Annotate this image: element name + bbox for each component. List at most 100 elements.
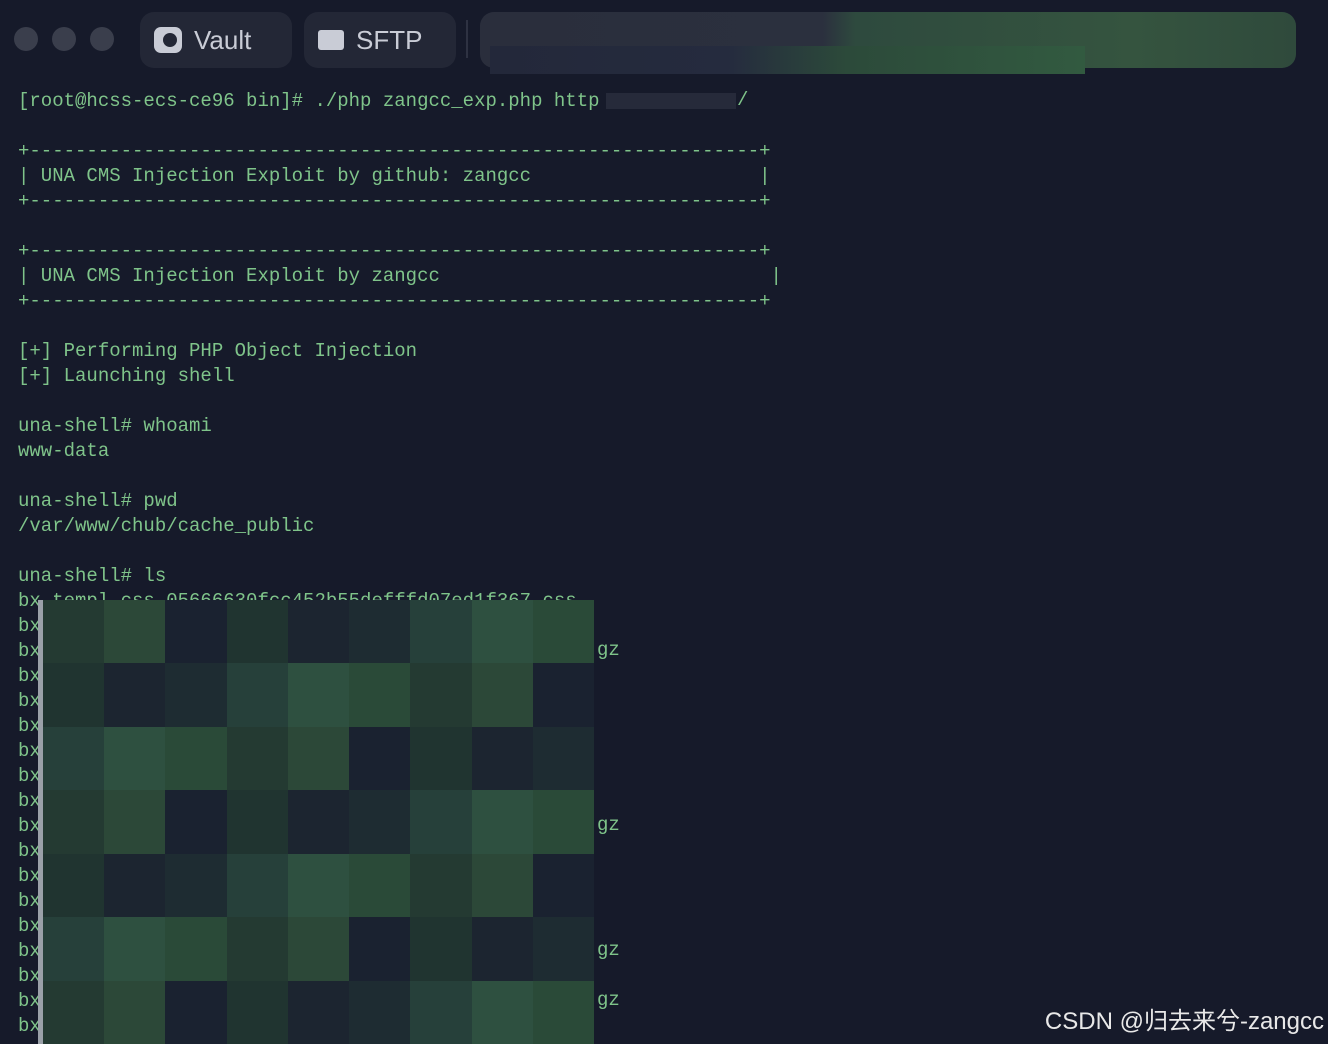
terminal-line: una-shell# whoami <box>18 415 212 437</box>
url-suffix: / <box>737 89 749 111</box>
mosaic-block <box>287 917 350 981</box>
mosaic-block <box>165 917 227 981</box>
mosaic-block <box>165 853 227 918</box>
terminal-line: una-shell# ls <box>18 565 167 587</box>
terminal-line: +---------------------------------------… <box>18 190 771 212</box>
tab-sftp[interactable]: SFTP <box>304 12 456 68</box>
mosaic-block <box>410 600 472 664</box>
mosaic-block <box>532 853 594 918</box>
mosaic-block <box>165 980 227 1044</box>
mosaic-block <box>43 980 105 1044</box>
terminal-line: | UNA CMS Injection Exploit by github: z… <box>18 165 771 187</box>
mosaic-block <box>226 726 288 791</box>
mosaic-block <box>410 663 472 727</box>
mosaic-block <box>532 600 594 664</box>
mosaic-block <box>349 917 411 981</box>
mosaic-block <box>471 600 533 664</box>
mosaic-block <box>410 917 472 981</box>
mosaic-block <box>287 663 350 727</box>
mosaic-block <box>165 600 227 664</box>
mosaic-block <box>226 853 288 918</box>
file-suffix: gz <box>597 639 620 661</box>
vault-icon <box>154 27 182 53</box>
terminal-line: | UNA CMS Injection Exploit by zangcc | <box>18 265 782 287</box>
tab-label: Vault <box>194 24 252 55</box>
mosaic-block <box>349 980 411 1044</box>
mosaic-block <box>471 663 533 727</box>
mosaic-block <box>43 663 105 727</box>
file-suffix: gz <box>597 989 620 1011</box>
mosaic-block <box>349 790 411 854</box>
terminal-line: +---------------------------------------… <box>18 240 771 262</box>
file-suffix: gz <box>597 939 620 961</box>
tab-label: SFTP <box>356 24 423 55</box>
mosaic-block <box>104 980 166 1044</box>
mosaic-block <box>471 917 533 981</box>
terminal-line: una-shell# pwd <box>18 490 178 512</box>
watermark: CSDN @归去来兮-zangcc <box>1044 1008 1324 1035</box>
mosaic-block <box>104 790 166 854</box>
mosaic-block <box>104 726 166 791</box>
mosaic-block <box>349 600 411 664</box>
mosaic-block <box>165 726 227 791</box>
minimize-window-button[interactable] <box>52 27 76 51</box>
mosaic-block <box>471 980 533 1044</box>
mosaic-block <box>104 853 166 918</box>
mosaic-block <box>287 790 350 854</box>
mosaic-block <box>287 600 350 664</box>
file-suffix: gz <box>597 814 620 836</box>
mosaic-block <box>349 663 411 727</box>
mosaic-block <box>532 917 594 981</box>
mosaic-block <box>43 600 105 664</box>
mosaic-block <box>226 980 288 1044</box>
terminal-line: /var/www/chub/cache_public <box>18 515 315 537</box>
folder-icon <box>318 30 344 50</box>
mosaic-block <box>471 790 533 854</box>
mosaic-block <box>349 726 411 791</box>
mosaic-block <box>349 853 411 918</box>
mosaic-block <box>532 980 594 1044</box>
mosaic-block <box>410 790 472 854</box>
mosaic-block <box>43 726 105 791</box>
mosaic-block <box>43 790 105 854</box>
mosaic-block <box>532 790 594 854</box>
mosaic-block <box>471 726 533 791</box>
mosaic-block <box>43 853 105 918</box>
redacted-url <box>606 93 736 109</box>
mosaic-block <box>287 980 350 1044</box>
maximize-window-button[interactable] <box>90 27 114 51</box>
mosaic-block <box>410 980 472 1044</box>
mosaic-block <box>410 853 472 918</box>
mosaic-block <box>471 853 533 918</box>
mosaic-block <box>287 726 350 791</box>
terminal-line: www-data <box>18 440 110 462</box>
redacted-region <box>490 46 1085 74</box>
mosaic-block <box>287 853 350 918</box>
terminal-line: [+] Launching shell <box>18 365 235 387</box>
mosaic-block <box>165 663 227 727</box>
terminal-line: +---------------------------------------… <box>18 140 771 162</box>
mosaic-block <box>226 600 288 664</box>
mosaic-block <box>43 917 105 981</box>
mosaic-block <box>104 917 166 981</box>
tab-vault[interactable]: Vault <box>140 12 292 68</box>
terminal-line: [+] Performing PHP Object Injection <box>18 340 418 362</box>
mosaic-block <box>104 663 166 727</box>
mosaic-block <box>532 663 594 727</box>
redacted-file-list <box>38 600 594 1044</box>
terminal-line: +---------------------------------------… <box>18 290 771 312</box>
mosaic-block <box>165 790 227 854</box>
mosaic-block <box>104 600 166 664</box>
tab-divider <box>466 20 468 58</box>
mosaic-block <box>410 726 472 791</box>
mosaic-block <box>226 917 288 981</box>
mosaic-block <box>532 726 594 791</box>
mosaic-block <box>226 790 288 854</box>
close-window-button[interactable] <box>14 27 38 51</box>
